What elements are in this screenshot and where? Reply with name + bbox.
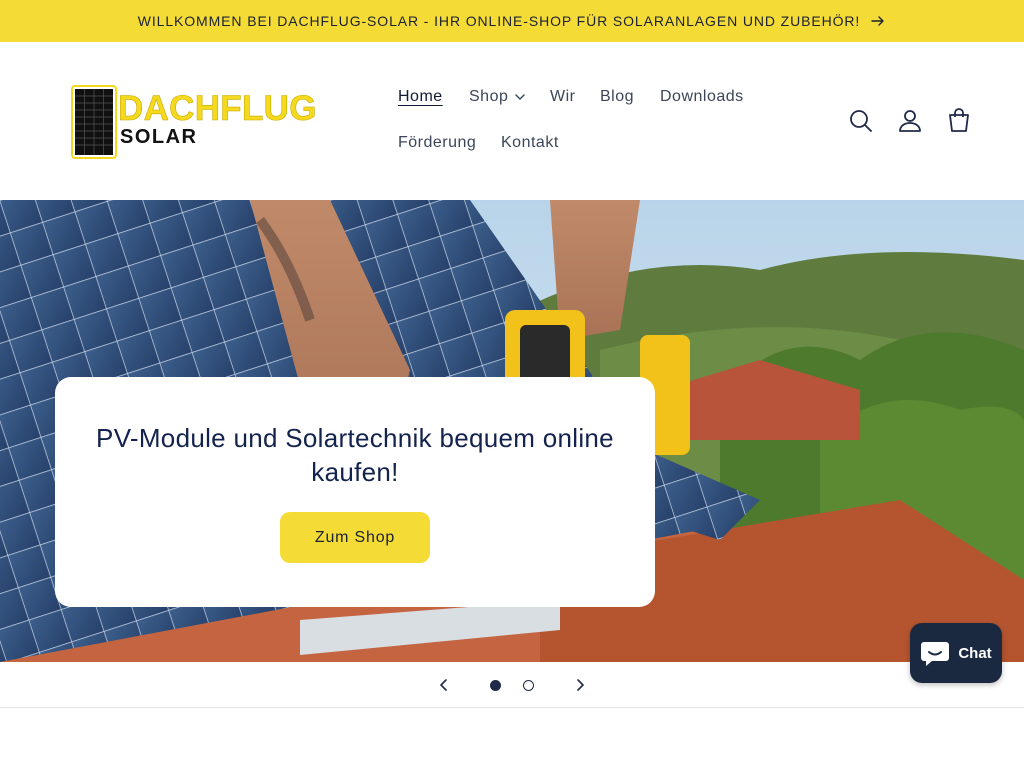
nav-item-blog[interactable]: Blog: [600, 88, 634, 106]
account-icon[interactable]: [895, 106, 925, 136]
nav-item-shop-label: Shop: [469, 88, 509, 105]
chat-bubble-icon: [921, 642, 950, 666]
search-icon[interactable]: [846, 106, 876, 136]
slide-next-icon[interactable]: [572, 677, 588, 698]
logo-text-solar: SOLAR: [120, 126, 198, 148]
header-icons: [846, 106, 976, 136]
announcement-bar[interactable]: WILLKOMMEN BEI DACHFLUG-SOLAR - IHR ONLI…: [0, 0, 1024, 42]
nav-item-kontakt[interactable]: Kontakt: [501, 134, 559, 152]
slide-previous-icon[interactable]: [436, 677, 452, 698]
announcement-text[interactable]: WILLKOMMEN BEI DACHFLUG-SOLAR - IHR ONLI…: [138, 13, 860, 29]
hero-slideshow: PV-Module und Solartechnik bequem online…: [0, 200, 1024, 662]
nav-item-home[interactable]: Home: [398, 88, 443, 106]
chat-label: Chat: [958, 644, 992, 662]
slide-dot-2[interactable]: [523, 680, 534, 691]
cart-icon[interactable]: [944, 106, 974, 136]
nav-item-wir[interactable]: Wir: [550, 88, 575, 106]
slide-dot-1[interactable]: [490, 680, 501, 691]
hero-content-card: PV-Module und Solartechnik bequem online…: [55, 377, 655, 607]
slider-controls: [0, 662, 1024, 708]
logo-text-dachflug: DACHFLUG: [118, 89, 317, 129]
site-logo[interactable]: DACHFLUG SOLAR: [70, 84, 340, 162]
solar-panel-logo-icon: [71, 85, 117, 159]
shop-button[interactable]: Zum Shop: [280, 512, 430, 563]
nav-item-downloads[interactable]: Downloads: [660, 88, 744, 106]
chat-button[interactable]: Chat: [910, 623, 1002, 683]
arrow-right-icon[interactable]: [870, 13, 886, 29]
chevron-down-icon: [515, 94, 526, 100]
nav-item-foerderung[interactable]: Förderung: [398, 134, 476, 152]
nav-item-shop[interactable]: Shop: [469, 88, 526, 106]
hero-heading: PV-Module und Solartechnik bequem online…: [96, 423, 614, 487]
